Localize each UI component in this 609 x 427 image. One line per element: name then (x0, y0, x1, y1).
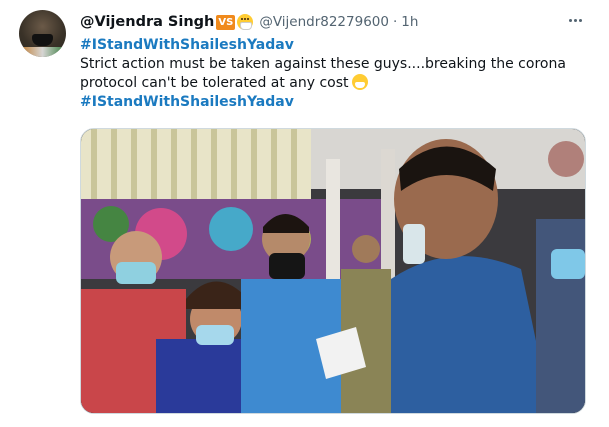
more-dot (568, 18, 572, 22)
tweet-text: #IStandWithShaileshYadav Strict action m… (80, 36, 580, 112)
display-name[interactable]: @Vijendra Singh (80, 14, 214, 30)
more-options-icon[interactable] (565, 12, 585, 28)
timestamp[interactable]: 1h (401, 14, 418, 30)
vs-badge-icon: VS (216, 14, 236, 30)
tweet-text-line-2: protocol can't be tolerated at any cost (80, 74, 580, 93)
avatar[interactable] (19, 10, 66, 57)
tweet-image[interactable] (80, 128, 586, 414)
photo-illustration (81, 129, 585, 413)
avatar-flag-band (19, 47, 66, 57)
tweet-header: @Vijendra Singh VS @Vijendr82279600 · 1h (80, 12, 418, 32)
face-with-mask-emoji-icon (351, 74, 368, 90)
user-handle[interactable]: @Vijendr82279600 (259, 14, 389, 30)
more-dot (573, 18, 577, 22)
tweet-text-line: Strict action must be taken against thes… (80, 56, 566, 72)
tweet-text-line-2-text: protocol can't be tolerated at any cost (80, 75, 349, 91)
more-dot (578, 18, 582, 22)
separator-dot: · (392, 14, 398, 30)
tweet-card[interactable]: @Vijendra Singh VS @Vijendr82279600 · 1h… (0, 0, 609, 427)
hashtag-link[interactable]: #IStandWithShaileshYadav (80, 36, 580, 55)
hashtag-link[interactable]: #IStandWithShaileshYadav (80, 93, 580, 112)
mask-shape (32, 34, 53, 46)
face-with-mask-emoji-icon (237, 14, 254, 30)
